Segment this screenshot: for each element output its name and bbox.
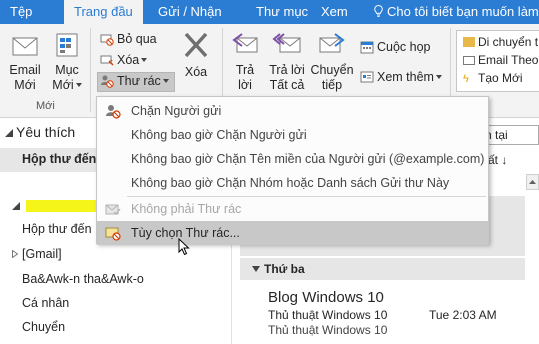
lightning-icon: ϟ [463,73,469,85]
reply-all-icon [272,33,301,53]
junk-button[interactable]: Thư rác [97,72,175,92]
quick-step-move-label: Di chuyển t [478,35,539,49]
sort-order-control[interactable]: ất ↓ [488,153,507,167]
menu-item-label: Không bao giờ Chặn Người gửi [131,128,307,142]
block-sender-icon [106,105,121,119]
menu-item-label: Không phải Thư rác [131,202,242,216]
tab-home[interactable]: Trang đầu [64,0,143,24]
reply-button[interactable]: Trả lời [227,28,263,93]
message-subject[interactable]: Blog Windows 10 [268,289,384,306]
menu-item-never-block-sender[interactable]: Không bao giờ Chặn Người gửi [97,123,488,147]
delete-button[interactable]: Xóa [178,28,214,80]
ignore-icon [100,34,114,46]
menu-item-block-sender[interactable]: Chặn Người gửi [97,99,488,123]
not-junk-icon [105,204,121,216]
tab-view[interactable]: Xem [321,0,348,24]
menu-item-junk-options[interactable]: Tùy chọn Thư rác... [97,221,488,245]
clean-up-button[interactable]: Xóa [100,52,148,68]
new-email-label: Email Mới [9,63,41,92]
menu-item-never-block-group[interactable]: Không bao giờ Chặn Nhóm hoặc Danh sách G… [97,171,488,195]
folder-icon [463,37,475,47]
menu-item-not-junk[interactable]: Không phải Thư rác [97,197,488,221]
chevron-down-icon [435,75,442,79]
favorites-header[interactable]: Yêu thích [16,124,75,140]
chevron-down-icon [141,58,148,62]
message-preview: Thủ thuật Windows 10 [268,323,388,337]
ribbon-divider [90,28,91,112]
collapse-arrow-icon[interactable] [12,202,20,210]
group-label-new: Mới [36,100,55,112]
menu-item-label: Không bao giờ Chặn Tên miền của Người gử… [131,152,485,166]
account-name-highlight [26,200,98,212]
quick-step-email-label: Email Theo [478,53,539,67]
new-items-button[interactable]: Mục Mới [48,28,86,93]
new-email-button[interactable]: Email Mới [6,28,44,93]
ignore-button[interactable]: Bỏ qua [100,31,157,47]
scroll-up-button[interactable] [526,174,539,190]
forward-label: Chuyển tiếp [310,63,354,92]
ribbon-tab-bar: Tệp Trang đầu Gửi / Nhận Thư mục Xem Cho… [0,0,539,24]
clean-up-label: Xóa [117,53,140,67]
collapse-arrow-icon [252,266,260,272]
menu-item-label: Chặn Người gửi [131,104,222,118]
tab-file[interactable]: Tệp [10,0,32,24]
mouse-cursor-icon [178,238,190,256]
collapse-arrow-icon[interactable] [5,129,13,137]
reply-label: Trả lời [235,63,255,92]
menu-item-label: Không bao giờ Chặn Nhóm hoặc Danh sách G… [131,176,450,190]
more-icon [360,71,374,83]
message-sender: Thủ thuật Windows 10 [268,308,388,322]
folder-move[interactable]: Chuyển [22,320,65,334]
more-button[interactable]: Xem thêm [360,69,442,85]
forward-button[interactable]: Chuyển tiếp [310,28,354,93]
forward-icon [319,33,345,53]
quick-step-move[interactable]: Di chuyển t [463,35,538,49]
reply-all-label: Trả lời Tất cả [269,63,305,92]
lightbulb-icon [374,5,383,17]
calendar-icon [360,41,374,54]
envelope-icon [463,56,475,65]
new-items-label: Mục Mới [52,63,79,92]
folder-inbox[interactable]: Hộp thư đến [22,222,92,236]
chevron-down-icon [162,79,169,83]
reply-icon [232,33,258,53]
quick-step-email[interactable]: Email Theo [463,53,538,67]
message-time: Tue 2:03 AM [429,308,497,322]
new-items-icon [56,33,78,57]
expand-arrow-icon[interactable] [12,250,18,258]
folder-ban-thao[interactable]: Ba&Awk-n tha&Awk-o [22,272,144,286]
clean-up-icon [100,55,114,66]
ignore-label: Bỏ qua [117,32,157,46]
tab-folder[interactable]: Thư mục [256,0,308,24]
meeting-label: Cuộc họp [377,40,431,54]
folder-personal[interactable]: Cá nhân [22,296,69,310]
more-label: Xem thêm [377,70,434,84]
delete-icon [184,32,208,58]
menu-item-never-block-domain[interactable]: Không bao giờ Chặn Tên miền của Người gử… [97,147,488,171]
new-email-icon [12,37,38,56]
tell-me-box[interactable]: Cho tôi biết bạn muốn làm [374,0,539,24]
junk-dropdown-menu: Chặn Người gửi Không bao giờ Chặn Người … [96,96,489,245]
quick-step-create-new[interactable]: ϟ Tạo Mới [463,71,523,85]
junk-label: Thư rác [117,74,161,88]
tell-me-text: Cho tôi biết bạn muốn làm [387,4,539,19]
quick-steps-gallery: Di chuyển t Email Theo ϟ Tạo Mới [456,30,539,92]
tab-send-receive[interactable]: Gửi / Nhận [158,0,222,24]
folder-gmail[interactable]: [Gmail] [22,247,62,261]
date-group-header[interactable]: Thứ ba [240,258,525,280]
junk-icon [101,75,114,88]
chevron-up-icon [529,180,536,184]
reply-all-button[interactable]: Trả lời Tất cả [266,28,308,93]
date-group-label: Thứ ba [264,262,305,276]
chevron-down-icon [75,83,82,87]
favorite-inbox[interactable]: Hộp thư đến [22,152,96,166]
meeting-button[interactable]: Cuộc họp [360,39,431,55]
quick-step-create-new-label: Tạo Mới [478,71,523,85]
delete-label: Xóa [184,65,208,79]
junk-options-icon [105,227,121,241]
